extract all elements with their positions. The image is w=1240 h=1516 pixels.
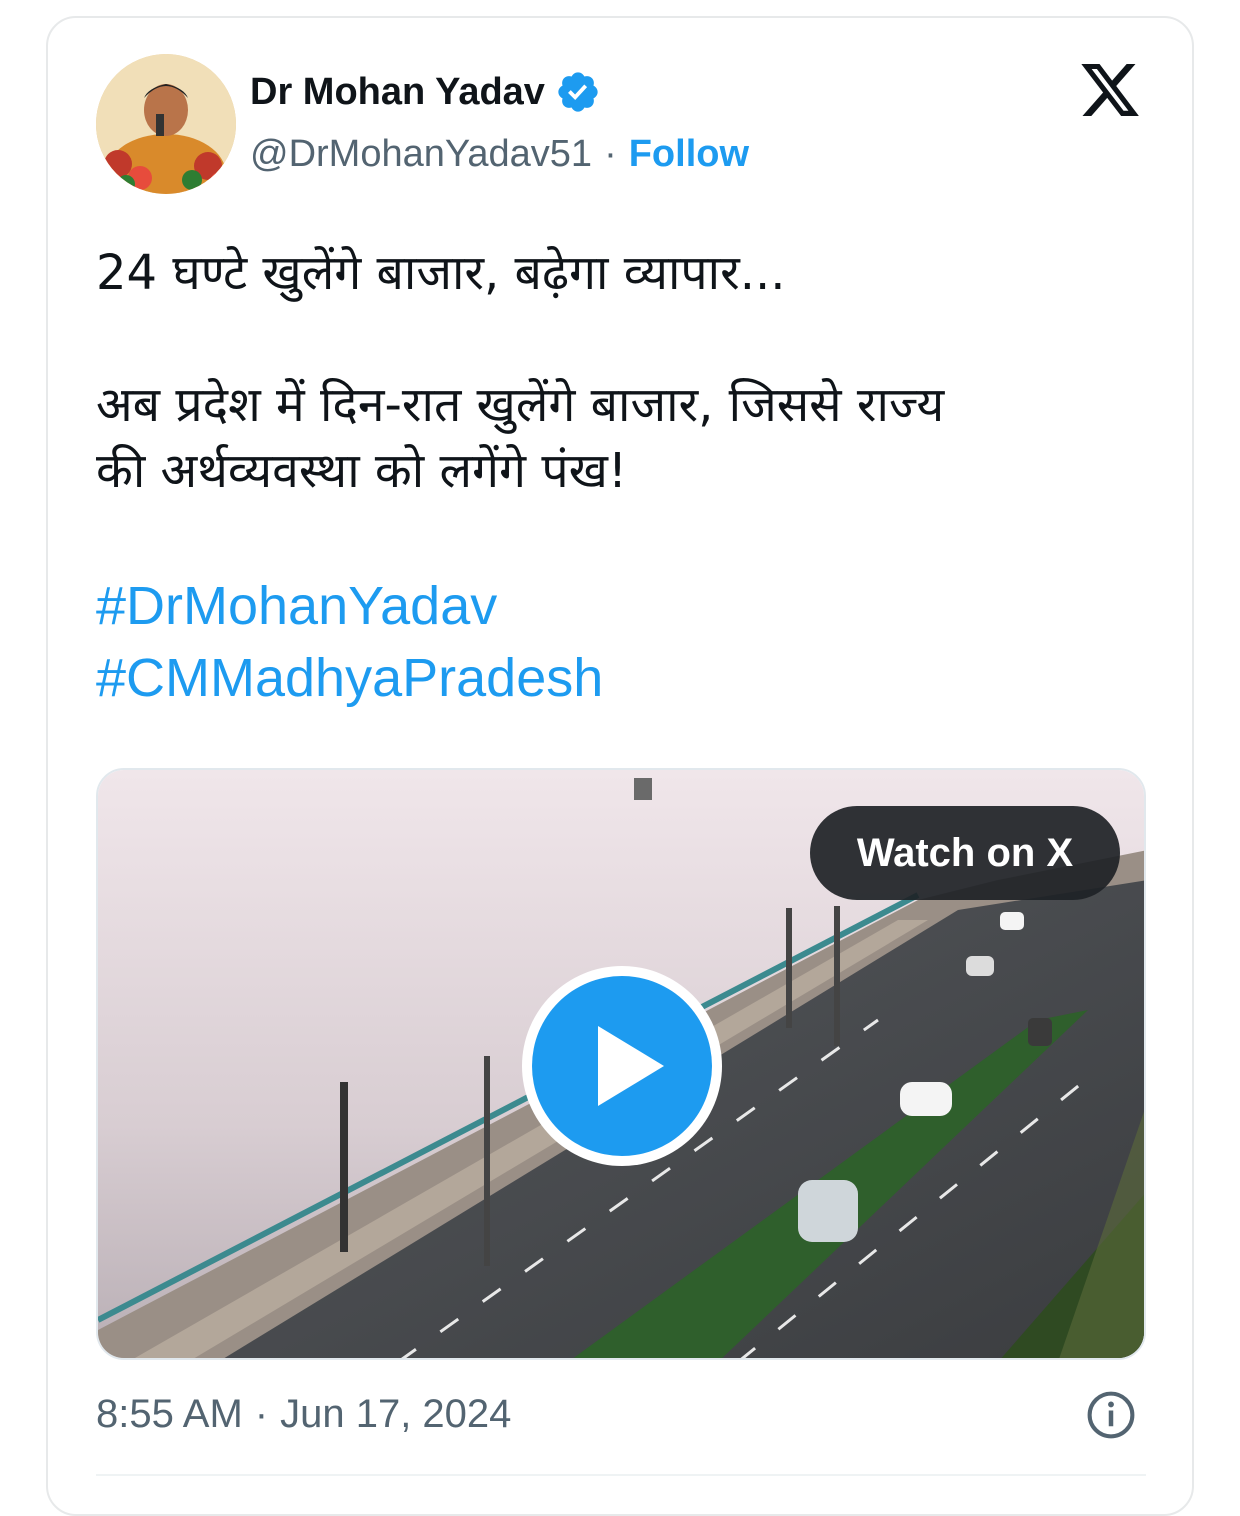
play-button-circle bbox=[532, 976, 712, 1156]
x-logo-icon[interactable] bbox=[1078, 58, 1142, 122]
watch-on-x-button[interactable]: Watch on X bbox=[810, 806, 1120, 900]
tweet-text: 24 घण्टे खुलेंगे बाजार, बढ़ेगा व्यापार..… bbox=[96, 240, 1156, 714]
tweet-line: अब प्रदेश में दिन-रात खुलेंगे बाजार, जिस… bbox=[96, 377, 945, 433]
author-avatar[interactable] bbox=[96, 54, 236, 194]
tweet-time[interactable]: 8:55 AM bbox=[96, 1388, 243, 1440]
hashtag-link[interactable]: #DrMohanYadav bbox=[96, 570, 1156, 642]
hashtag-link[interactable]: #CMMadhyaPradesh bbox=[96, 642, 1156, 714]
tweet-line: की अर्थव्यवस्था को लगेंगे पंख! bbox=[96, 443, 628, 499]
timestamp-separator: · bbox=[254, 1392, 269, 1436]
author-handle[interactable]: @DrMohanYadav51 bbox=[250, 128, 592, 180]
video-player[interactable]: Watch on X bbox=[96, 768, 1146, 1360]
author-name[interactable]: Dr Mohan Yadav bbox=[250, 68, 601, 116]
verified-badge-icon bbox=[558, 72, 598, 112]
handle-separator: · bbox=[604, 133, 617, 175]
follow-button[interactable]: Follow bbox=[629, 128, 749, 180]
footer-divider bbox=[96, 1474, 1146, 1476]
tweet-line: 24 घण्टे खुलेंगे बाजार, बढ़ेगा व्यापार..… bbox=[96, 245, 786, 301]
info-icon[interactable] bbox=[1084, 1388, 1138, 1442]
play-icon bbox=[598, 1026, 664, 1106]
tweet-date[interactable]: Jun 17, 2024 bbox=[280, 1388, 511, 1440]
author-name-text[interactable]: Dr Mohan Yadav bbox=[250, 68, 545, 116]
handle-row: @DrMohanYadav51 · Follow bbox=[250, 128, 749, 180]
play-button[interactable] bbox=[522, 966, 722, 1166]
tweet-timestamp[interactable]: 8:55 AM · Jun 17, 2024 bbox=[96, 1388, 511, 1440]
